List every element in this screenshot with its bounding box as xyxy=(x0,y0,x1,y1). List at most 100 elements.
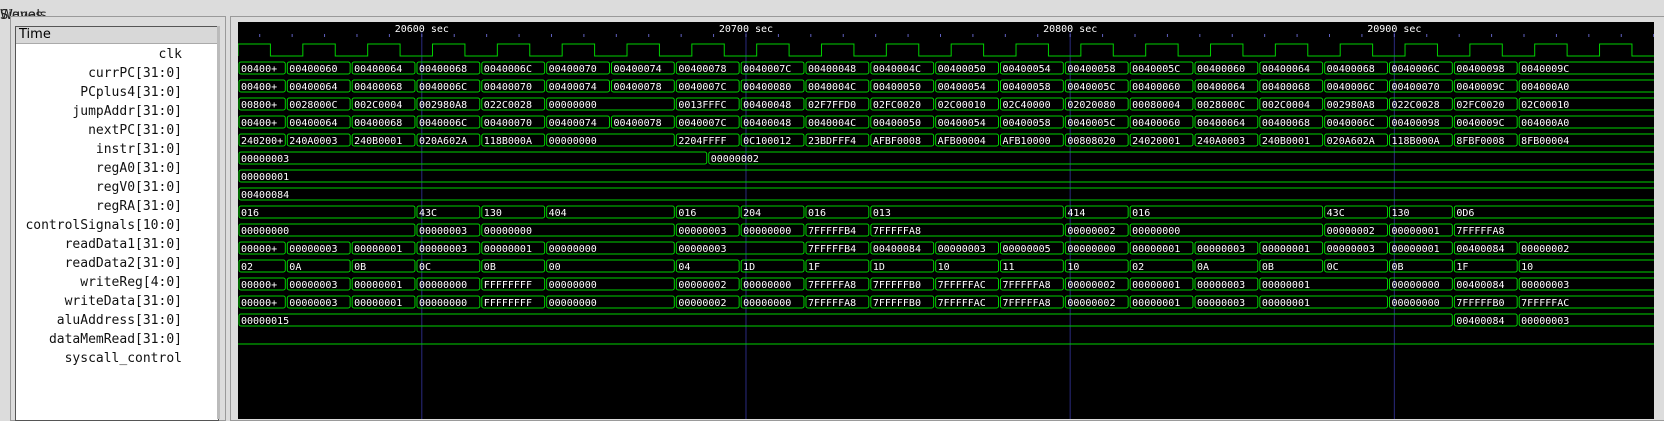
bus-value-label: 00400068 xyxy=(354,118,402,129)
bus-value-label: 00000000 xyxy=(743,226,791,237)
bus-value-label: 404 xyxy=(549,208,567,219)
bus-value-label: 0040006C xyxy=(484,64,532,75)
signal-name-rega0[interactable]: regA0[31:0] xyxy=(16,159,218,178)
signal-name-nextpc[interactable]: nextPC[31:0] xyxy=(16,121,218,140)
bus-value-label: 00000003 xyxy=(678,226,726,237)
bus-value-label: 00000001 xyxy=(354,298,402,309)
bus-value-label: 00000000 xyxy=(549,244,597,255)
bus-value-label: 00400060 xyxy=(1132,82,1180,93)
signal-list-scrollbar[interactable] xyxy=(217,26,220,419)
bus-value-label: 240B0001 xyxy=(354,136,402,147)
bus-value-label: 130 xyxy=(1392,208,1410,219)
signal-name-controlsignals[interactable]: controlSignals[10:0] xyxy=(16,216,218,235)
bus-value-label: 7FFFFFB4 xyxy=(808,244,856,255)
bus-value-label: 00400064 xyxy=(1197,82,1245,93)
bus-value-label: 00000003 xyxy=(1197,244,1245,255)
bus-segment xyxy=(1453,205,1654,219)
bus-value-label: 0C xyxy=(419,262,431,273)
bus-value-label: 00000003 xyxy=(419,244,467,255)
bus-value-label: 0013FFFC xyxy=(678,100,726,111)
bus-value-label: 8FBF0008 xyxy=(1456,136,1504,147)
bus-value-label: 00000001 xyxy=(354,244,402,255)
bus-value-label: 00000000 xyxy=(743,280,791,291)
bus-value-label: 002C0004 xyxy=(354,100,402,111)
bus-value-label: 00000000 xyxy=(549,100,597,111)
bus-value-label: 0040004C xyxy=(808,82,856,93)
signal-name-syscall_control[interactable]: syscall_control xyxy=(16,349,218,368)
signal-name-clk[interactable]: clk xyxy=(16,45,218,64)
waveform-canvas[interactable]: 20600 sec 20700 sec 20800 sec 20900 sec 0040… xyxy=(238,22,1654,419)
bus-value-label: 00000001 xyxy=(1262,298,1310,309)
bus-value-label: 00 xyxy=(549,262,561,273)
signal-name-regra[interactable]: regRA[31:0] xyxy=(16,197,218,216)
signal-name-readdata2[interactable]: readData2[31:0] xyxy=(16,254,218,273)
bus-value-label: 00000003 xyxy=(289,244,337,255)
bus-value-label: 0040006C xyxy=(1327,82,1375,93)
bus-value-label: 00400084 xyxy=(1456,280,1504,291)
bus-value-label: 118B000A xyxy=(484,136,532,147)
bus-value-label: 00000003 xyxy=(419,226,467,237)
bus-value-label: 00400078 xyxy=(613,118,661,129)
signal-list[interactable]: Time clk currPC[31:0] PCplus4[31:0] jumpAdd… xyxy=(15,26,219,421)
signal-name-writedata[interactable]: writeData[31:0] xyxy=(16,292,218,311)
bus-value-label: 00000000 xyxy=(419,298,467,309)
bus-value-label: 10 xyxy=(1067,262,1079,273)
bus-value-label: 00400078 xyxy=(613,82,661,93)
bus-value-label: 00000000 xyxy=(1132,226,1180,237)
bus-value-label: 00000003 xyxy=(1521,280,1569,291)
bus-value-label: 00400050 xyxy=(873,118,921,129)
bus-value-label: 7FFFFFA8 xyxy=(873,226,921,237)
bus-value-label: 002C0004 xyxy=(1262,100,1310,111)
bus-value-label: 00400084 xyxy=(241,190,289,201)
bus-value-label: 00000+ xyxy=(241,298,277,309)
bus-value-label: 02FC0020 xyxy=(1456,100,1504,111)
signal-name-regv0[interactable]: regV0[31:0] xyxy=(16,178,218,197)
bus-value-label: 00400070 xyxy=(484,118,532,129)
bus-value-label: 00000002 xyxy=(1521,244,1569,255)
bus-value-label: 00400054 xyxy=(938,118,986,129)
signal-name-instr[interactable]: instr[31:0] xyxy=(16,140,218,159)
bus-value-label: 1D xyxy=(743,262,755,273)
bus-value-label: AFB10000 xyxy=(1002,136,1050,147)
bus-value-label: 0040006C xyxy=(419,82,467,93)
clk-waveform xyxy=(238,43,1654,57)
bus-value-label: 0C xyxy=(1327,262,1339,273)
time-marker-label: 20900 sec xyxy=(1367,24,1421,35)
bus-segment xyxy=(1129,205,1324,219)
bus-value-label: 00400078 xyxy=(678,64,726,75)
bus-value-label: 020A602A xyxy=(419,136,467,147)
bus-value-label: 00400070 xyxy=(549,64,597,75)
bus-value-label: 00400054 xyxy=(1002,64,1050,75)
bus-value-label: 0A xyxy=(289,262,301,273)
bus-value-label: 02C40000 xyxy=(1002,100,1050,111)
bus-value-label: 240A0003 xyxy=(1197,136,1245,147)
bus-value-label: 00000000 xyxy=(1392,298,1440,309)
bus-value-label: 00000003 xyxy=(938,244,986,255)
bus-value-label: 02 xyxy=(1132,262,1144,273)
bus-value-label: 00000000 xyxy=(743,298,791,309)
bus-value-label: 204 xyxy=(743,208,761,219)
bus-value-label: 7FFFFFA8 xyxy=(1456,226,1504,237)
signal-name-aluaddress[interactable]: aluAddress[31:0] xyxy=(16,311,218,330)
bus-value-label: 00400068 xyxy=(419,64,467,75)
bus-value-label: 020A602A xyxy=(1327,136,1375,147)
signal-name-readdata1[interactable]: readData1[31:0] xyxy=(16,235,218,254)
bus-value-label: 004000A0 xyxy=(1521,82,1569,93)
bus-value-label: 00400060 xyxy=(1197,64,1245,75)
bus-value-label: 00000001 xyxy=(241,172,289,183)
bus-value-label: 00400060 xyxy=(289,64,337,75)
signal-name-datamemread[interactable]: dataMemRead[31:0] xyxy=(16,330,218,349)
time-column-header[interactable]: Time xyxy=(16,27,218,44)
bus-value-label: 0B xyxy=(1392,262,1404,273)
bus-value-label: 00400064 xyxy=(289,118,337,129)
signal-name-pcplus4[interactable]: PCplus4[31:0] xyxy=(16,83,218,102)
bus-value-label: 7FFFFFB4 xyxy=(808,226,856,237)
bus-value-label: 43C xyxy=(1327,208,1345,219)
signal-name-writereg[interactable]: writeReg[4:0] xyxy=(16,273,218,292)
bus-value-label: 00400080 xyxy=(743,82,791,93)
signal-name-currpc[interactable]: currPC[31:0] xyxy=(16,64,218,83)
bus-value-label: 0040006C xyxy=(1392,64,1440,75)
waveform-svg[interactable]: 20600 sec 20700 sec 20800 sec 20900 sec0040… xyxy=(238,22,1654,419)
bus-value-label: 0A xyxy=(1197,262,1209,273)
signal-name-jumpaddr[interactable]: jumpAddr[31:0] xyxy=(16,102,218,121)
